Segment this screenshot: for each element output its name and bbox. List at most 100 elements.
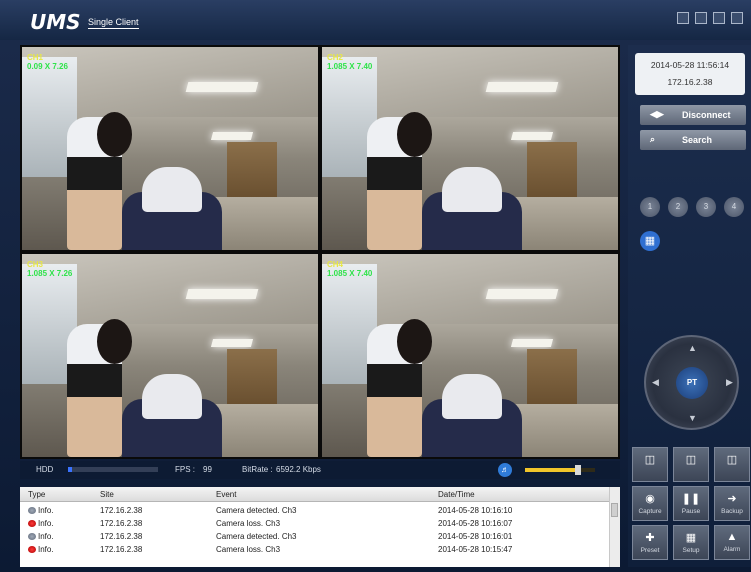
log-event: Camera detected. Ch3 (216, 532, 297, 541)
bitrate-value: 6592.2 Kbps (276, 465, 321, 474)
app-logo: UMS (30, 10, 81, 34)
log-event: Camera loss. Ch3 (216, 519, 281, 528)
video-tile-4[interactable]: CH4 1.085 X 7.40 (322, 254, 618, 457)
layout-2-button[interactable]: ◫ (673, 447, 709, 482)
video-tile-2[interactable]: CH2 1.085 X 7.40 (322, 47, 618, 250)
control-panel: 2014-05-28 11:56:14 172.16.2.38 ◀▶ Disco… (628, 45, 751, 567)
ptz-left-icon[interactable]: ◀ (652, 377, 659, 388)
restore-button[interactable] (713, 12, 725, 24)
pause-button[interactable]: ❚❚ Pause (673, 486, 709, 521)
setup-button[interactable]: ▦ Setup (673, 525, 709, 560)
col-site[interactable]: Site (100, 490, 114, 499)
log-row[interactable]: Info. 172.16.2.38 Camera loss. Ch3 2014-05-… (20, 543, 610, 555)
scrollbar-thumb[interactable] (611, 503, 618, 517)
log-type: Info. (28, 519, 54, 528)
log-site: 172.16.2.38 (100, 532, 143, 541)
log-site: 172.16.2.38 (100, 519, 143, 528)
speaker-icon[interactable]: ♬ (498, 463, 512, 477)
col-event[interactable]: Event (216, 490, 236, 499)
camera-image (22, 47, 318, 250)
disconnect-icon: ◀▶ (650, 109, 664, 119)
channel-3-button[interactable]: 3 (696, 197, 716, 217)
col-datetime[interactable]: Date/Time (438, 490, 475, 499)
log-row[interactable]: Info. 172.16.2.38 Camera detected. Ch3 2014… (20, 530, 610, 542)
log-datetime: 2014-05-28 10:16:01 (438, 532, 513, 541)
fps-label: FPS : (175, 465, 196, 474)
log-type: Info. (28, 532, 54, 541)
volume-handle[interactable] (574, 465, 581, 475)
log-type: Info. (28, 506, 54, 515)
ptz-up-icon[interactable]: ▲ (688, 343, 697, 353)
quad-layout-icon[interactable]: ▦ (640, 231, 660, 251)
log-row[interactable]: Info. 172.16.2.38 Camera detected. Ch3 2014… (20, 504, 610, 516)
camera-overlay: CH2 1.085 X 7.40 (327, 53, 373, 71)
disconnect-button[interactable]: ◀▶ Disconnect (640, 105, 746, 125)
ptz-down-icon[interactable]: ▼ (688, 413, 697, 423)
channel-4-button[interactable]: 4 (724, 197, 744, 217)
window-icon: ◫ (644, 454, 656, 466)
info-icon (28, 533, 36, 540)
window-icon: ◫ (726, 454, 738, 466)
hdd-label: HDD (36, 465, 54, 474)
capture-button[interactable]: ◉ Capture (632, 486, 668, 521)
bitrate-label: BitRate : (242, 465, 273, 474)
status-bar: HDD FPS : 99 BitRate : 6592.2 Kbps ♬ (20, 461, 620, 479)
search-button[interactable]: ⌕ Search (640, 130, 746, 150)
camera-image (322, 47, 618, 250)
video-tile-3[interactable]: CH3 1.085 X 7.26 (22, 254, 318, 457)
ums-window: UMS Single Client CH1 0.09 X 7.26 CH2 1.… (0, 0, 751, 572)
video-grid: CH1 0.09 X 7.26 CH2 1.085 X 7.40 CH3 1.085 … (20, 45, 620, 459)
volume-slider[interactable] (525, 465, 595, 475)
close-button[interactable] (731, 12, 743, 24)
log-datetime: 2014-05-28 10:16:10 (438, 506, 513, 515)
alert-icon (28, 520, 36, 527)
backup-button[interactable]: ➜ Backup (714, 486, 750, 521)
camera-overlay: CH3 1.085 X 7.26 (27, 260, 73, 278)
col-type[interactable]: Type (28, 490, 45, 499)
window-icon: ◫ (685, 454, 697, 466)
alarm-button[interactable]: ▲ Alarm (714, 525, 750, 560)
search-icon: ⌕ (650, 134, 656, 144)
ptz-center-button[interactable]: PT (676, 367, 708, 399)
fps-value: 99 (203, 465, 212, 474)
event-log-header: Type Site Event Date/Time (20, 487, 610, 502)
minimize-button[interactable] (695, 12, 707, 24)
preset-icon: ✚ (645, 532, 655, 544)
layout-1-button[interactable]: ◫ (632, 447, 668, 482)
pause-icon: ❚❚ (681, 493, 701, 505)
camera-overlay: CH4 1.085 X 7.40 (327, 260, 373, 278)
server-ip: 172.16.2.38 (667, 77, 713, 87)
log-site: 172.16.2.38 (100, 545, 143, 554)
backup-icon: ➜ (727, 493, 737, 505)
fullscreen-button[interactable] (677, 12, 689, 24)
preset-button[interactable]: ✚ Preset (632, 525, 668, 560)
log-event: Camera loss. Ch3 (216, 545, 281, 554)
channel-1-button[interactable]: 1 (640, 197, 660, 217)
hdd-usage-fill (68, 467, 72, 472)
log-site: 172.16.2.38 (100, 506, 143, 515)
ptz-control[interactable]: ▲ ▼ ◀ ▶ PT (644, 335, 739, 430)
event-log-scrollbar[interactable] (609, 487, 620, 567)
event-log: Type Site Event Date/Time Info. 172.16.2.… (20, 487, 620, 567)
log-event: Camera detected. Ch3 (216, 506, 297, 515)
camera-icon: ◉ (645, 493, 655, 505)
title-bar: UMS Single Client (0, 0, 751, 40)
alarm-icon: ▲ (726, 531, 738, 543)
log-type: Info. (28, 545, 54, 554)
video-tile-1[interactable]: CH1 0.09 X 7.26 (22, 47, 318, 250)
camera-image (22, 254, 318, 457)
alert-icon (28, 546, 36, 553)
setup-icon: ▦ (685, 532, 697, 544)
volume-fill (525, 468, 578, 472)
connection-info: 2014-05-28 11:56:14 172.16.2.38 (635, 53, 745, 95)
layout-3-button[interactable]: ◫ (714, 447, 750, 482)
log-datetime: 2014-05-28 10:15:47 (438, 545, 513, 554)
log-row[interactable]: Info. 172.16.2.38 Camera loss. Ch3 2014-05-… (20, 517, 610, 529)
camera-overlay: CH1 0.09 X 7.26 (27, 53, 68, 71)
ptz-right-icon[interactable]: ▶ (726, 377, 733, 388)
log-datetime: 2014-05-28 10:16:07 (438, 519, 513, 528)
channel-2-button[interactable]: 2 (668, 197, 688, 217)
info-icon (28, 507, 36, 514)
window-controls (677, 12, 743, 24)
current-datetime: 2014-05-28 11:56:14 (650, 60, 730, 70)
